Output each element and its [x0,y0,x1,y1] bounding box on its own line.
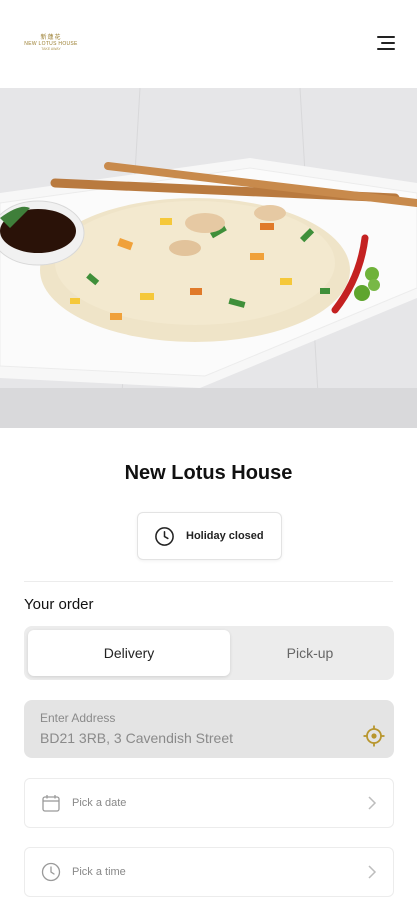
logo-subtitle: TAKE AWAY [41,47,61,51]
time-picker-label: Pick a time [72,866,126,878]
section-divider [24,581,393,582]
hero-food-image [0,88,417,428]
status-label: Holiday closed [186,530,264,542]
date-picker[interactable]: Pick a date [24,778,394,828]
time-picker[interactable]: Pick a time [24,847,394,897]
fried-rice-illustration [0,88,417,428]
logo-glyphs: 新蓮花 [40,34,62,41]
order-type-toggle: Delivery Pick-up [24,626,394,680]
calendar-icon [42,795,60,812]
tab-pickup[interactable]: Pick-up [230,630,390,676]
restaurant-name: New Lotus House [124,462,293,484]
address-placeholder: Enter Address [40,711,116,725]
clock-icon [41,862,61,882]
locate-target-icon[interactable] [363,725,385,747]
order-section-title: Your order [24,596,94,613]
chevron-right-icon [368,796,377,810]
chevron-right-icon [368,865,377,879]
tab-delivery[interactable]: Delivery [28,630,230,676]
hamburger-menu-icon[interactable] [377,36,395,52]
address-field[interactable]: Enter Address BD21 3RB, 3 Cavendish Stre… [24,700,394,758]
clock-icon [155,527,174,546]
app-header: 新蓮花 NEW LOTUS HOUSE TAKE AWAY [0,0,417,88]
date-picker-label: Pick a date [72,797,127,809]
status-badge: Holiday closed [137,512,282,560]
restaurant-logo[interactable]: 新蓮花 NEW LOTUS HOUSE TAKE AWAY [22,34,80,58]
address-value[interactable]: BD21 3RB, 3 Cavendish Street [40,730,233,746]
